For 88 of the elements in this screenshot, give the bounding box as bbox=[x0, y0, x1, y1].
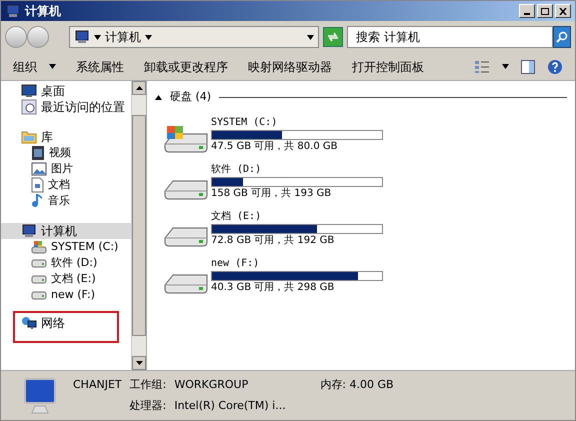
sidebar-label: 网络 bbox=[41, 315, 65, 332]
group-header[interactable]: 硬盘 (4) bbox=[170, 89, 212, 106]
free-space-text: 158 GB 可用，共 193 GB bbox=[211, 186, 332, 200]
close-button[interactable] bbox=[555, 4, 571, 18]
desktop-icon bbox=[21, 84, 37, 98]
drive-name: new (F:) bbox=[211, 256, 260, 270]
search-button[interactable] bbox=[552, 26, 571, 48]
sidebar-label: 文档 (E:) bbox=[51, 270, 96, 287]
toolbar-button[interactable]: 映射网络驱动器 bbox=[248, 58, 332, 76]
network-icon bbox=[21, 316, 37, 330]
view-options-icon[interactable] bbox=[474, 60, 490, 74]
drive-icon bbox=[31, 290, 47, 300]
help-icon[interactable] bbox=[547, 58, 563, 74]
sidebar-item[interactable]: 网络 bbox=[15, 315, 65, 331]
drive-name: 文档 (E:) bbox=[211, 210, 262, 224]
close-icon bbox=[559, 8, 567, 14]
refresh-arrows-icon bbox=[327, 32, 339, 42]
computer-name: CHANJET bbox=[73, 377, 122, 393]
maximize-icon bbox=[541, 8, 549, 14]
sidebar-label: 桌面 bbox=[41, 83, 65, 100]
toolbar-button[interactable]: 系统属性 bbox=[76, 58, 124, 76]
window-computer-icon bbox=[5, 4, 21, 18]
sidebar-label: 图片 bbox=[51, 160, 73, 177]
sidebar-item[interactable]: 桌面 bbox=[1, 83, 131, 99]
sidebar-label: 库 bbox=[41, 129, 53, 146]
sidebar-item[interactable]: 库 bbox=[1, 129, 131, 145]
music-note-icon bbox=[31, 193, 44, 209]
drive-name: 软件 (D:) bbox=[211, 162, 262, 176]
minimize-button[interactable] bbox=[519, 4, 535, 18]
preview-pane-icon[interactable] bbox=[521, 60, 535, 74]
sidebar-label: 软件 (D:) bbox=[51, 254, 98, 271]
sidebar-item[interactable]: 文档 (E:) bbox=[1, 271, 131, 287]
sidebar-label: 视频 bbox=[49, 144, 71, 161]
search-field[interactable]: 搜索 计算机 bbox=[347, 26, 553, 48]
free-space-text: 47.5 GB 可用，共 80.0 GB bbox=[211, 140, 338, 154]
sidebar-item[interactable]: 视频 bbox=[1, 145, 131, 161]
drive-icon bbox=[31, 258, 47, 268]
picture-icon bbox=[31, 162, 47, 176]
sidebar-label: new (F:) bbox=[51, 286, 95, 303]
caret-icon[interactable] bbox=[502, 64, 509, 69]
film-icon bbox=[31, 145, 45, 161]
computer-icon bbox=[74, 30, 90, 44]
toolbar-button[interactable]: 卸载或更改程序 bbox=[144, 58, 228, 76]
collapse-arrow-icon[interactable] bbox=[155, 94, 162, 100]
memory-text: 内存: 4.00 GB bbox=[320, 377, 394, 393]
sidebar-item[interactable]: 音乐 bbox=[1, 193, 131, 209]
sidebar-label: 文档 bbox=[48, 176, 70, 193]
processor-value: Intel(R) Core(TM) i... bbox=[174, 398, 287, 414]
sidebar-item[interactable]: SYSTEM (C:) bbox=[1, 239, 131, 255]
window-title: 计算机 bbox=[25, 3, 61, 20]
sidebar-item[interactable]: new (F:) bbox=[1, 287, 131, 303]
drive-name: SYSTEM (C:) bbox=[211, 116, 278, 130]
sidebar-item[interactable]: 计算机 bbox=[1, 223, 131, 239]
computer-icon bbox=[21, 224, 37, 238]
drive-tile[interactable]: SYSTEM (C:) 47.5 GB 可用，共 80.0 GB bbox=[163, 116, 393, 154]
caret-icon bbox=[145, 34, 152, 40]
sidebar-label: SYSTEM (C:) bbox=[51, 238, 118, 255]
workgroup-value: WORKGROUP bbox=[174, 377, 250, 393]
sidebar-item[interactable]: 最近访问的位置 bbox=[1, 99, 131, 115]
sidebar-item[interactable]: 软件 (D:) bbox=[1, 255, 131, 271]
recent-places-icon bbox=[21, 99, 37, 115]
address-bar[interactable]: 计算机 bbox=[69, 26, 319, 48]
toolbar-button[interactable]: 组织 bbox=[13, 58, 56, 76]
search-icon bbox=[556, 31, 568, 43]
refresh-button[interactable] bbox=[323, 27, 343, 47]
sidebar-label: 音乐 bbox=[48, 192, 70, 209]
sidebar-label: 最近访问的位置 bbox=[41, 99, 125, 116]
processor-label: 处理器: bbox=[130, 398, 166, 414]
address-crumb[interactable]: 计算机 bbox=[105, 28, 141, 46]
scrollbar[interactable] bbox=[131, 81, 146, 370]
free-space-text: 72.8 GB 可用，共 192 GB bbox=[211, 234, 336, 248]
free-space-text: 40.3 GB 可用，共 298 GB bbox=[211, 280, 336, 294]
sidebar-item[interactable]: 文档 bbox=[1, 177, 131, 193]
drive-tile[interactable]: 软件 (D:) 158 GB 可用，共 193 GB bbox=[163, 162, 393, 200]
toolbar-button[interactable]: 打开控制面板 bbox=[352, 58, 424, 76]
sidebar-item[interactable]: 图片 bbox=[1, 161, 131, 177]
document-icon bbox=[31, 177, 44, 193]
scrollbar-thumb[interactable] bbox=[132, 115, 146, 336]
caret-icon[interactable] bbox=[307, 34, 314, 40]
workgroup-label: 工作组: bbox=[130, 377, 166, 393]
system-drive-icon bbox=[163, 124, 209, 154]
sidebar-label: 计算机 bbox=[41, 223, 77, 240]
drive-tile[interactable]: new (F:) 40.3 GB 可用，共 298 GB bbox=[163, 256, 393, 294]
maximize-button[interactable] bbox=[537, 4, 553, 18]
drive-icon bbox=[31, 274, 47, 284]
caret-icon bbox=[94, 34, 101, 40]
system-drive-icon bbox=[31, 240, 47, 254]
library-folder-icon bbox=[21, 130, 37, 144]
